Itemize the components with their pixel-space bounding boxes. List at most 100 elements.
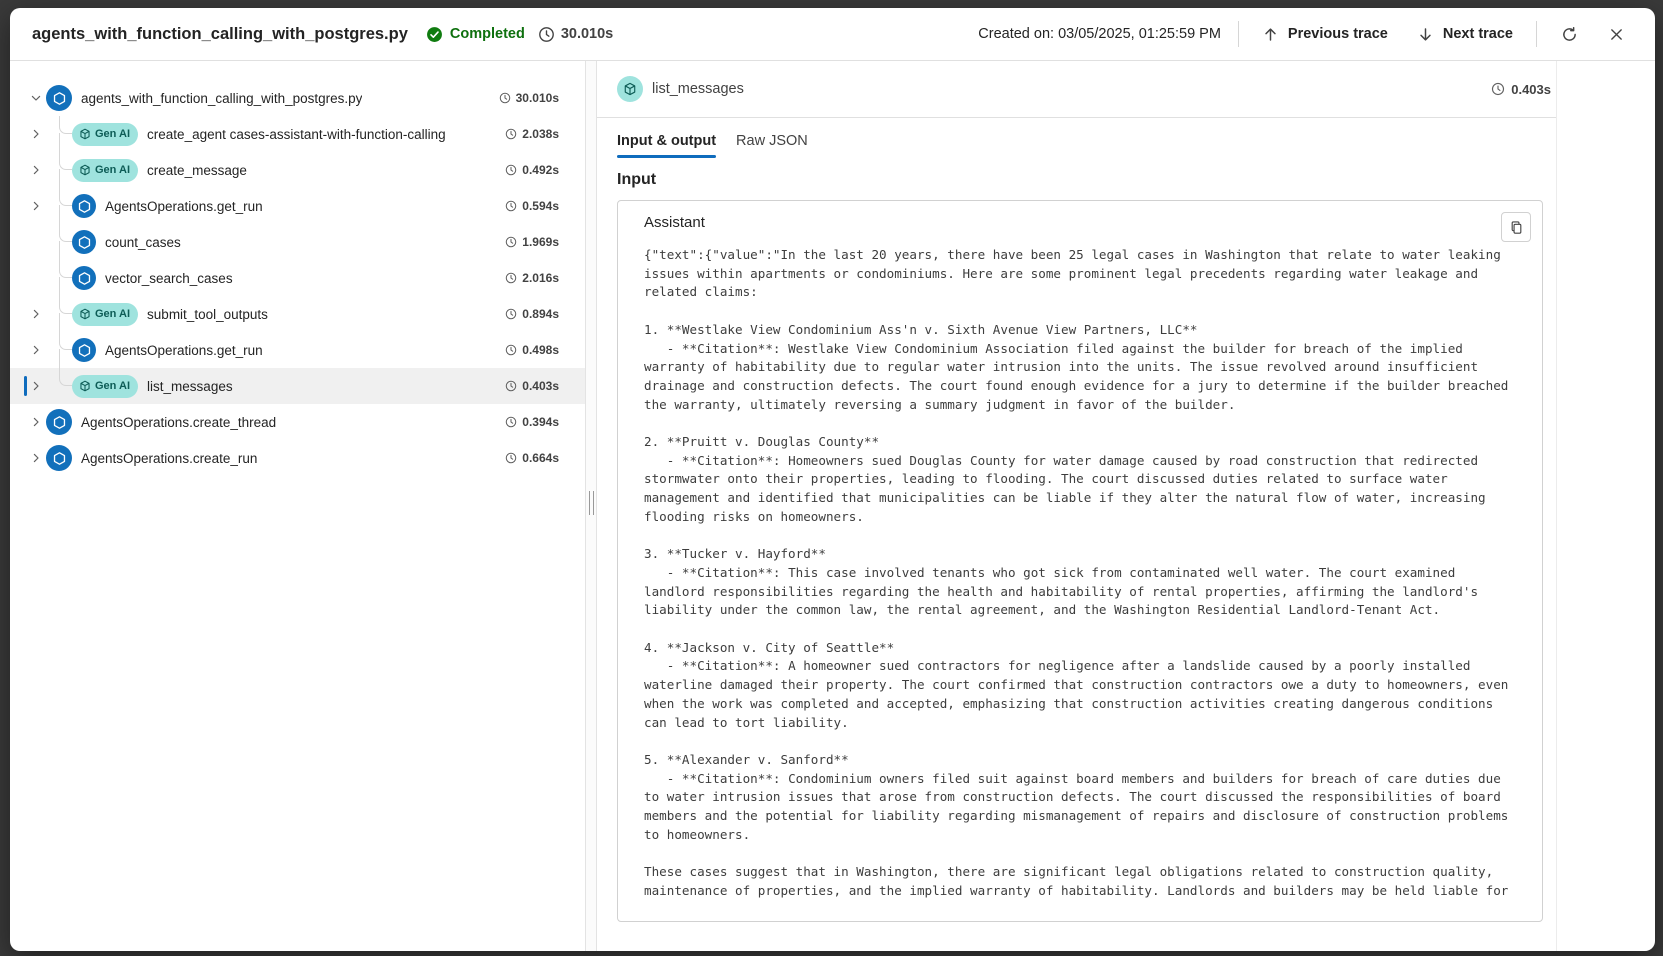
chevron-right-icon[interactable] xyxy=(26,412,46,432)
message-role-label: Assistant xyxy=(644,214,1516,231)
clock-icon xyxy=(538,26,555,43)
clock-icon xyxy=(505,416,517,428)
gen-ai-badge-label: Gen AI xyxy=(95,380,130,392)
tree-item-label: list_messages xyxy=(147,379,233,394)
tree-item-duration-value: 0.403s xyxy=(522,379,559,393)
span-circle-icon xyxy=(72,194,96,218)
chevron-right-icon[interactable] xyxy=(26,340,46,360)
tree-connector-line xyxy=(59,349,60,368)
tree-item-count-cases[interactable]: count_cases 1.969s xyxy=(10,224,585,260)
span-circle-icon xyxy=(46,85,72,111)
clock-icon xyxy=(505,164,517,176)
tab-input-output[interactable]: Input & output xyxy=(617,118,716,163)
tree-connector-line xyxy=(59,116,72,134)
tree-connector-line xyxy=(59,152,72,170)
check-circle-icon xyxy=(426,26,443,43)
tree-connector-line xyxy=(59,368,72,386)
previous-trace-button[interactable]: Previous trace xyxy=(1256,21,1394,48)
clock-icon xyxy=(505,236,517,248)
tree-item-label: AgentsOperations.create_run xyxy=(81,451,257,466)
panel-splitter[interactable] xyxy=(585,61,597,951)
trace-tree: agents_with_function_calling_with_postgr… xyxy=(10,80,585,476)
chevron-right-icon[interactable] xyxy=(26,376,46,396)
gen-ai-badge-label: Gen AI xyxy=(95,128,130,140)
gen-ai-badge: Gen AI xyxy=(72,303,138,326)
gen-ai-span-icon xyxy=(617,76,643,102)
tree-item-label: create_message xyxy=(147,163,247,178)
tree-connector-line xyxy=(59,332,72,350)
splitter-handle-icon xyxy=(589,491,594,515)
tree-item-duration-value: 0.664s xyxy=(522,451,559,465)
tree-item-duration: 0.394s xyxy=(495,415,559,429)
tree-connector-line xyxy=(59,133,60,152)
trace-title: agents_with_function_calling_with_postgr… xyxy=(32,25,408,44)
chevron-right-icon[interactable] xyxy=(26,304,46,324)
tree-item-duration: 0.492s xyxy=(495,163,559,177)
tree-connector-line xyxy=(59,241,60,260)
tree-connector-line xyxy=(59,205,60,224)
copy-button[interactable] xyxy=(1501,212,1531,242)
tree-item-agentsoperations-get-run[interactable]: AgentsOperations.get_run0.594s xyxy=(10,188,585,224)
tree-item-agentsoperations-create-thread[interactable]: AgentsOperations.create_thread 0.394s xyxy=(10,404,585,440)
tree-item-duration: 2.038s xyxy=(495,127,559,141)
chevron-right-icon[interactable] xyxy=(26,196,46,216)
close-button[interactable] xyxy=(1601,19,1631,49)
span-detail-content: list_messages 0.403s Input & output Raw … xyxy=(597,61,1557,951)
header-divider xyxy=(1238,21,1239,47)
tree-item-label: AgentsOperations.create_thread xyxy=(81,415,276,430)
tree-item-label: count_cases xyxy=(105,235,181,250)
tree-item-agents-with-function-calling-with-postgres-py[interactable]: agents_with_function_calling_with_postgr… xyxy=(10,80,585,116)
tab-raw-json[interactable]: Raw JSON xyxy=(736,118,808,163)
tree-connector-line xyxy=(59,296,72,314)
tree-item-label: vector_search_cases xyxy=(105,271,233,286)
tree-item-duration-value: 30.010s xyxy=(516,91,559,105)
chevron-right-icon[interactable] xyxy=(26,160,46,180)
tree-connector-line xyxy=(59,169,60,188)
tree-item-duration-value: 0.394s xyxy=(522,415,559,429)
tree-item-label: AgentsOperations.get_run xyxy=(105,343,263,358)
trace-dialog: agents_with_function_calling_with_postgr… xyxy=(10,8,1655,951)
header-left: agents_with_function_calling_with_postgr… xyxy=(32,25,613,44)
tree-item-duration-value: 0.594s xyxy=(522,199,559,213)
tree-item-create-message[interactable]: Gen AIcreate_message0.492s xyxy=(10,152,585,188)
chevron-down-icon[interactable] xyxy=(26,88,46,108)
span-circle-icon xyxy=(46,445,72,471)
span-title: list_messages xyxy=(652,81,744,97)
span-detail-header: list_messages 0.403s xyxy=(597,61,1557,118)
message-content: {"text":{"value":"In the last 20 years, … xyxy=(644,246,1516,901)
span-duration: 0.403s xyxy=(1491,82,1551,97)
clock-icon xyxy=(505,344,517,356)
tree-item-vector-search-cases[interactable]: vector_search_cases2.016s xyxy=(10,260,585,296)
span-detail-panel: list_messages 0.403s Input & output Raw … xyxy=(597,61,1655,951)
span-circle-icon xyxy=(72,338,96,362)
clock-icon xyxy=(505,128,517,140)
clock-icon xyxy=(505,200,517,212)
tree-item-duration: 30.010s xyxy=(489,91,559,105)
refresh-button[interactable] xyxy=(1554,19,1584,49)
tree-item-create-agent-cases-assistant-with-function-calling[interactable]: Gen AI create_agent cases-assistant-with-… xyxy=(10,116,585,152)
tree-connector-line xyxy=(59,224,72,242)
created-on-label: Created on: 03/05/2025, 01:25:59 PM xyxy=(978,26,1221,42)
tree-item-list-messages[interactable]: Gen AI list_messages 0.403s xyxy=(10,368,585,404)
next-trace-button[interactable]: Next trace xyxy=(1411,21,1519,48)
tree-item-duration: 0.664s xyxy=(495,451,559,465)
arrow-down-icon xyxy=(1417,26,1434,43)
tree-item-duration: 0.498s xyxy=(495,343,559,357)
detail-tabs: Input & output Raw JSON xyxy=(597,118,1557,163)
chevron-placeholder xyxy=(26,232,46,252)
tree-item-submit-tool-outputs[interactable]: Gen AIsubmit_tool_outputs0.894s xyxy=(10,296,585,332)
previous-trace-label: Previous trace xyxy=(1288,26,1388,42)
copy-icon xyxy=(1509,220,1524,235)
chevron-right-icon[interactable] xyxy=(26,124,46,144)
trace-duration-value: 30.010s xyxy=(561,26,613,42)
tree-item-agentsoperations-create-run[interactable]: AgentsOperations.create_run 0.664s xyxy=(10,440,585,476)
gen-ai-badge: Gen AI xyxy=(72,375,138,398)
chevron-right-icon[interactable] xyxy=(26,448,46,468)
tree-item-duration: 0.894s xyxy=(495,307,559,321)
tree-item-duration-value: 1.969s xyxy=(522,235,559,249)
tree-item-agentsoperations-get-run[interactable]: AgentsOperations.get_run 0.498s xyxy=(10,332,585,368)
span-circle-icon xyxy=(72,266,96,290)
clock-icon xyxy=(1491,82,1505,96)
clock-icon xyxy=(505,272,517,284)
tree-item-label: create_agent cases-assistant-with-functi… xyxy=(147,127,446,142)
